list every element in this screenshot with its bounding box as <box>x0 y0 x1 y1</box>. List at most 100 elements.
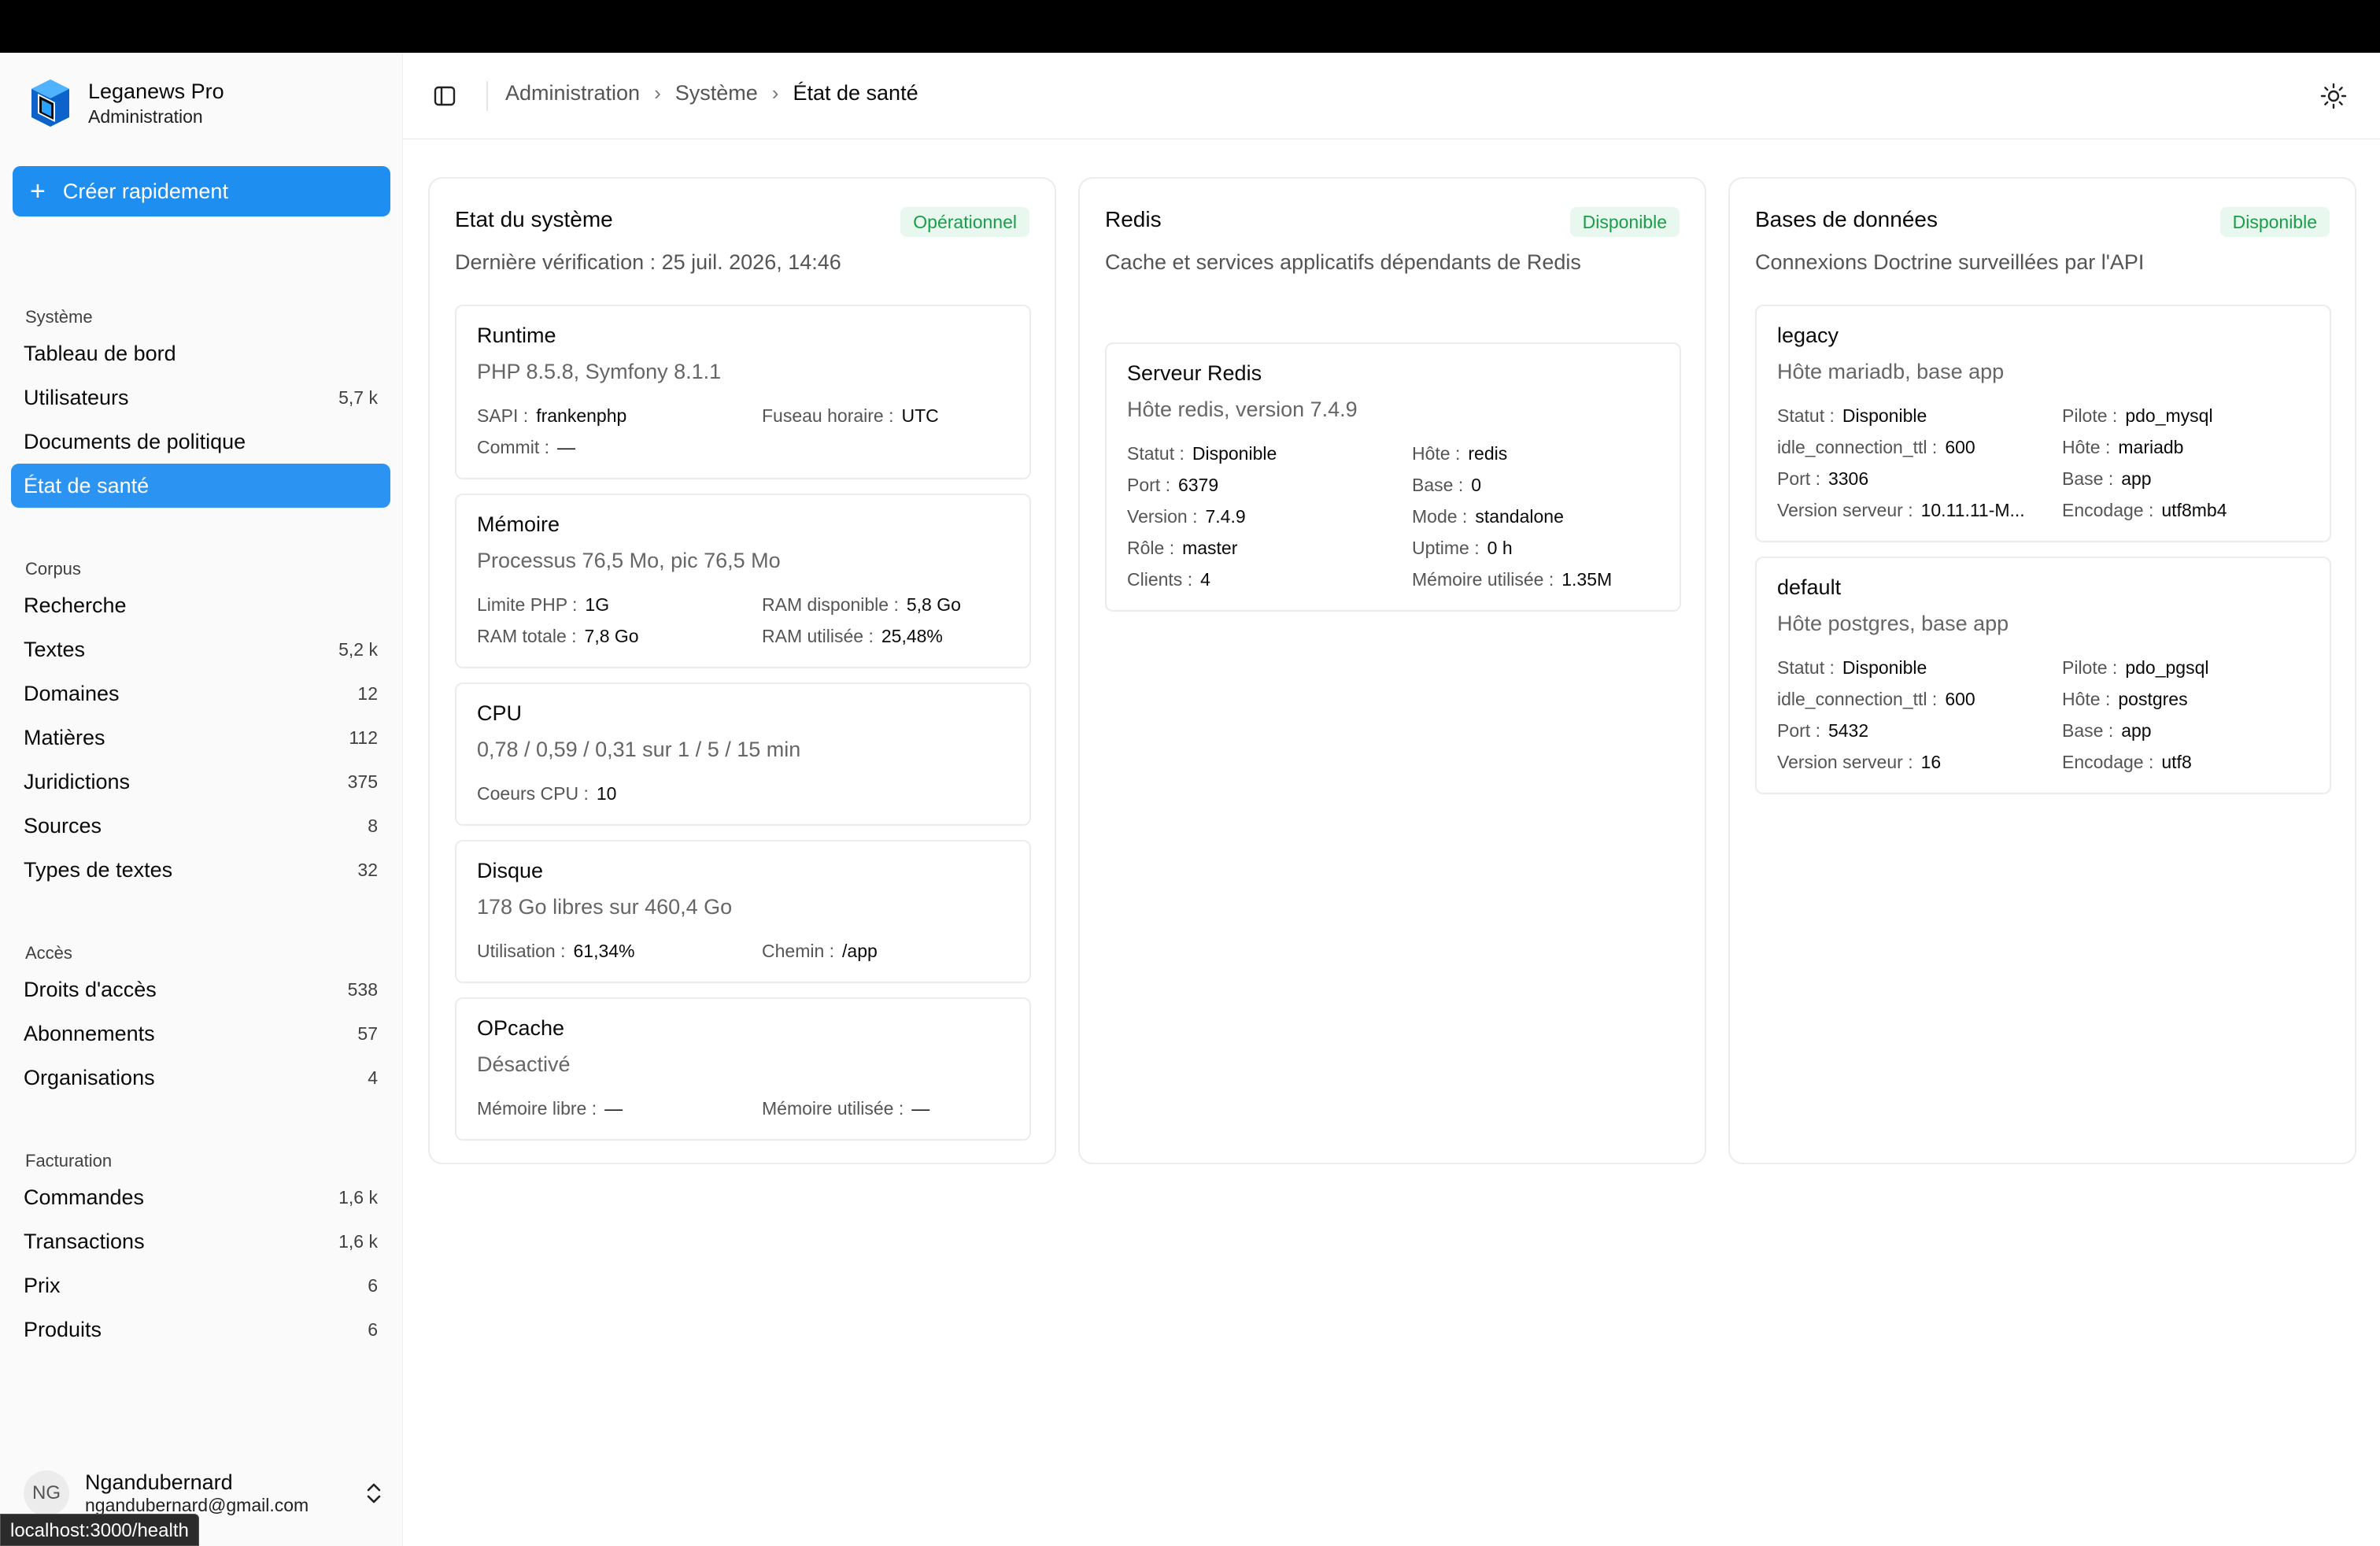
sidebar-item-commandes[interactable]: Commandes 1,6 k <box>11 1175 390 1219</box>
user-email: ngandubernard@gmail.com <box>85 1495 309 1515</box>
kv-ram-total: RAM totale :7,8 Go <box>477 626 639 646</box>
section-description: 0,78 / 0,59 / 0,31 sur 1 / 5 / 15 min <box>477 738 801 761</box>
sidebar-item-sources[interactable]: Sources 8 <box>11 804 390 848</box>
kv-redis-mode: Mode : standalone <box>1412 506 1564 527</box>
kv-default-status: Statut : Disponible <box>1777 657 1927 678</box>
chevron-up-down-icon <box>367 1483 381 1503</box>
sidebar-item-droits-d-acces[interactable]: Droits d'accès 538 <box>11 967 390 1012</box>
section-memory: Mémoire Processus 76,5 Mo, pic 76,5 Mo L… <box>455 494 1031 668</box>
screen-top-bar <box>0 0 2380 53</box>
breadcrumb-item-systeme[interactable]: Système <box>675 81 758 105</box>
sidebar-item-produits[interactable]: Produits 6 <box>11 1307 390 1352</box>
section-title: OPcache <box>477 1016 565 1040</box>
quick-create-button[interactable]: + Créer rapidement <box>13 166 390 216</box>
sidebar-item-count: 5,7 k <box>338 386 378 408</box>
kv-redis-version: Version :7.4.9 <box>1127 506 1246 527</box>
section-redis-server: Serveur Redis Hôte redis, version 7.4.9 … <box>1105 342 1681 612</box>
kv-redis-status: Statut : Disponible <box>1127 443 1277 464</box>
breadcrumb-item-administration[interactable]: Administration <box>505 81 640 105</box>
status-badge: Disponible <box>2219 207 2330 237</box>
kv-commit: Commit : — <box>477 437 575 457</box>
sidebar-item-abonnements[interactable]: Abonnements 57 <box>11 1012 390 1056</box>
sidebar-item-count: 4 <box>368 1067 378 1088</box>
sidebar-item-count: 538 <box>347 978 378 1000</box>
sidebar-item-transactions[interactable]: Transactions 1,6 k <box>11 1219 390 1263</box>
kv-legacy-db: Base : app <box>2062 468 2152 489</box>
sidebar-item-count: 6 <box>368 1274 378 1296</box>
nav-group-systeme: Système Tableau de bord Utilisateurs 5,7… <box>0 303 403 508</box>
nav-group-title: Système <box>25 307 93 327</box>
sidebar-item-count: 1,6 k <box>338 1186 378 1208</box>
sidebar-item-label: Sources <box>24 813 102 838</box>
sidebar-item-documents-de-politique[interactable]: Documents de politique <box>11 420 390 464</box>
sidebar-item-prix[interactable]: Prix 6 <box>11 1263 390 1307</box>
sidebar-item-textes[interactable]: Textes 5,2 k <box>11 627 390 671</box>
breadcrumb: Administration › Système › État de santé <box>505 81 918 105</box>
sidebar-item-organisations[interactable]: Organisations 4 <box>11 1056 390 1100</box>
kv-legacy-status: Statut : Disponible <box>1777 405 1927 426</box>
sidebar-item-tableau-de-bord[interactable]: Tableau de bord <box>11 331 390 375</box>
kv-default-port: Port :5432 <box>1777 720 1869 741</box>
plus-icon: + <box>30 176 46 206</box>
kv-ram-available: RAM disponible :5,8 Go <box>762 594 961 615</box>
kv-redis-role: Rôle : master <box>1127 538 1238 558</box>
kv-opcache-used: Mémoire utilisée : — <box>762 1098 930 1119</box>
kv-default-db: Base : app <box>2062 720 2152 741</box>
brand-logo-icon <box>31 80 69 127</box>
section-title: Mémoire <box>477 512 560 536</box>
nav-group-title: Corpus <box>25 559 81 579</box>
section-disk: Disque 178 Go libres sur 460,4 Go Utilis… <box>455 840 1031 983</box>
kv-legacy-encoding: Encodage : utf8mb4 <box>2062 500 2227 520</box>
page-header: Administration › Système › État de santé <box>403 53 2380 139</box>
status-badge: Opérationnel <box>900 207 1029 237</box>
sidebar-item-label: Tableau de bord <box>24 341 176 365</box>
kv-legacy-host: Hôte : mariadb <box>2062 437 2184 457</box>
sidebar-item-matieres[interactable]: Matières 112 <box>11 716 390 760</box>
avatar: NG <box>24 1470 69 1516</box>
card-title: Bases de données <box>1755 207 1938 231</box>
sidebar-item-count: 8 <box>368 815 378 836</box>
section-cpu: CPU 0,78 / 0,59 / 0,31 sur 1 / 5 / 15 mi… <box>455 682 1031 826</box>
sidebar-item-label: Juridictions <box>24 769 131 793</box>
sidebar-item-recherche[interactable]: Recherche <box>11 583 390 627</box>
kv-default-ttl: idle_connection_ttl :600 <box>1777 689 1975 709</box>
section-description: Hôte postgres, base app <box>1777 612 2009 635</box>
kv-legacy-ttl: idle_connection_ttl :600 <box>1777 437 1975 457</box>
kv-opcache-free: Mémoire libre : — <box>477 1098 623 1119</box>
sidebar-item-label: Produits <box>24 1317 102 1341</box>
section-db-default: default Hôte postgres, base app Statut :… <box>1755 557 2331 794</box>
sidebar-item-label: Droits d'accès <box>24 977 157 1001</box>
section-title: default <box>1777 575 1842 599</box>
section-title: Runtime <box>477 324 556 347</box>
section-opcache: OPcache Désactivé Mémoire libre : — Mémoi… <box>455 997 1031 1141</box>
sidebar-item-types-de-textes[interactable]: Types de textes 32 <box>11 848 390 892</box>
sidebar-item-count: 6 <box>368 1319 378 1340</box>
card-description: Connexions Doctrine surveillées par l'AP… <box>1755 250 2145 274</box>
sidebar-item-label: Prix <box>24 1273 61 1297</box>
sidebar-toggle-icon[interactable] <box>433 84 456 108</box>
kv-legacy-driver: Pilote : pdo_mysql <box>2062 405 2213 426</box>
sidebar-item-domaines[interactable]: Domaines 12 <box>11 671 390 716</box>
card-system-status: Etat du système Opérationnel Dernière vé… <box>428 177 1056 1164</box>
kv-redis-uptime: Uptime :0 h <box>1412 538 1513 558</box>
kv-legacy-port: Port :3306 <box>1777 468 1869 489</box>
status-badge: Disponible <box>1569 207 1680 237</box>
brand-subtitle: Administration <box>88 106 203 127</box>
sidebar-item-juridictions[interactable]: Juridictions 375 <box>11 760 390 804</box>
sidebar-item-label: Utilisateurs <box>24 385 129 409</box>
sidebar-item-count: 12 <box>357 682 378 704</box>
sidebar-item-etat-de-sante[interactable]: État de santé <box>11 464 390 508</box>
nav-group-title: Accès <box>25 943 72 963</box>
theme-toggle-sun-icon[interactable] <box>2320 83 2347 109</box>
kv-legacy-version: Version serveur :10.11.11-M... <box>1777 500 2025 520</box>
kv-php-limit: Limite PHP :1G <box>477 594 610 615</box>
section-title: Disque <box>477 859 544 882</box>
sidebar-item-utilisateurs[interactable]: Utilisateurs 5,7 k <box>11 375 390 420</box>
kv-default-host: Hôte : postgres <box>2062 689 2188 709</box>
brand[interactable]: Leganews Pro Administration <box>28 76 224 130</box>
kv-default-encoding: Encodage : utf8 <box>2062 752 2192 772</box>
kv-default-driver: Pilote : pdo_pgsql <box>2062 657 2209 678</box>
nav-group-corpus: Corpus Recherche Textes 5,2 k Domaines 1… <box>0 555 403 892</box>
sidebar-item-label: Domaines <box>24 681 120 705</box>
kv-ram-used: RAM utilisée :25,48% <box>762 626 943 646</box>
